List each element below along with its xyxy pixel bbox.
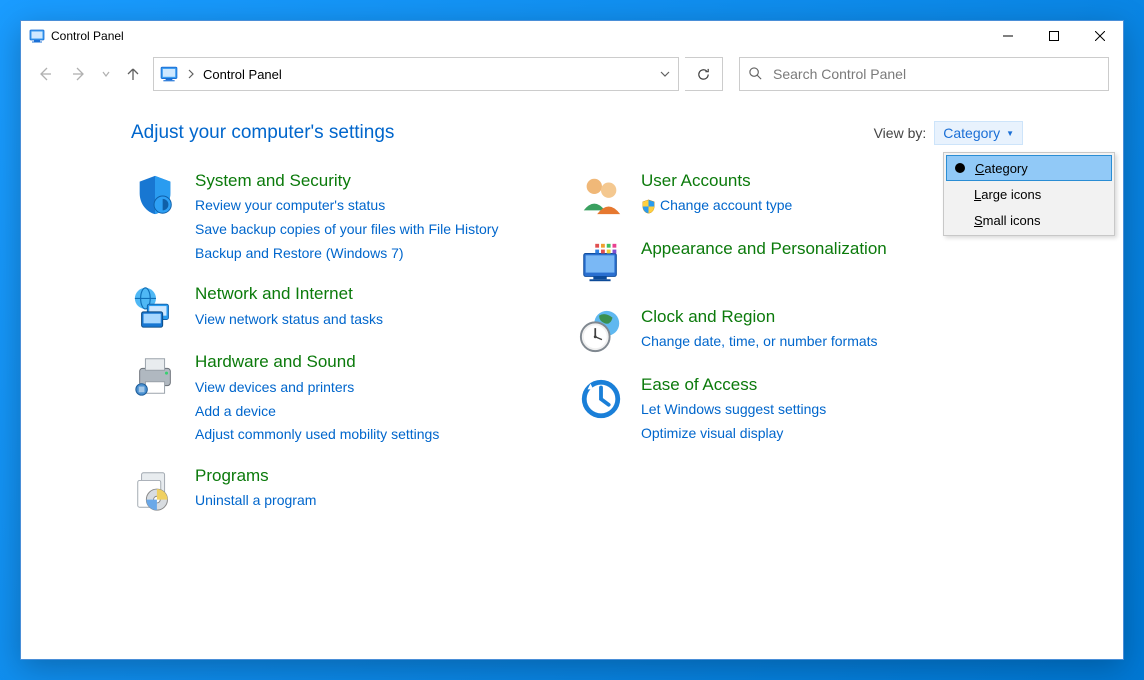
category-title[interactable]: Ease of Access xyxy=(641,375,826,395)
category-appearance-and-personalization: Appearance and Personalization xyxy=(577,239,1023,287)
category-hardware-and-sound: Hardware and Sound View devices and prin… xyxy=(131,352,577,445)
category-clock-and-region: Clock and Region Change date, time, or n… xyxy=(577,307,1023,355)
category-link[interactable]: View network status and tasks xyxy=(195,309,383,331)
content-area: Adjust your computer's settings View by:… xyxy=(21,97,1123,659)
category-link[interactable]: Save backup copies of your files with Fi… xyxy=(195,219,498,241)
user-accounts-icon xyxy=(577,171,625,219)
category-link[interactable]: Uninstall a program xyxy=(195,490,316,512)
category-title[interactable]: Programs xyxy=(195,466,316,486)
category-link[interactable]: Review your computer's status xyxy=(195,195,498,217)
address-path[interactable]: Control Panel xyxy=(203,67,646,82)
chevron-down-icon: ▼ xyxy=(1006,129,1014,138)
programs-icon xyxy=(131,466,179,514)
view-by-option-small-icons[interactable]: Small icons xyxy=(946,207,1112,233)
nav-forward-button[interactable] xyxy=(65,60,93,88)
category-title[interactable]: Network and Internet xyxy=(195,284,383,304)
category-title[interactable]: User Accounts xyxy=(641,171,792,191)
nav-back-button[interactable] xyxy=(31,60,59,88)
category-programs: Programs Uninstall a program xyxy=(131,466,577,514)
view-by-selected: Category xyxy=(943,125,1000,141)
close-button[interactable] xyxy=(1077,21,1123,51)
titlebar-left: Control Panel xyxy=(29,28,124,44)
clock-globe-icon xyxy=(577,307,625,355)
category-link[interactable]: Adjust commonly used mobility settings xyxy=(195,424,439,446)
view-by-label: View by: xyxy=(874,125,927,141)
category-title[interactable]: Appearance and Personalization xyxy=(641,239,887,259)
category-title[interactable]: System and Security xyxy=(195,171,498,191)
navigation-row: Control Panel xyxy=(21,51,1123,97)
control-panel-icon xyxy=(29,28,45,44)
address-bar[interactable]: Control Panel xyxy=(153,57,679,91)
address-bar-icon xyxy=(158,63,180,85)
ease-of-access-icon xyxy=(577,375,625,423)
view-by-menu: Category Large icons Small icons xyxy=(943,152,1115,236)
category-link[interactable]: Change account type xyxy=(641,195,792,217)
category-ease-of-access: Ease of Access Let Windows suggest setti… xyxy=(577,375,1023,445)
view-by-dropdown[interactable]: Category ▼ xyxy=(934,121,1023,145)
nav-history-dropdown[interactable] xyxy=(99,60,113,88)
category-network-and-internet: Network and Internet View network status… xyxy=(131,284,577,332)
globe-network-icon xyxy=(131,284,179,332)
category-title[interactable]: Clock and Region xyxy=(641,307,878,327)
address-dropdown-button[interactable] xyxy=(650,58,678,90)
view-by-control: View by: Category ▼ xyxy=(874,121,1023,145)
window-controls xyxy=(985,21,1123,51)
minimize-button[interactable] xyxy=(985,21,1031,51)
view-by-option-large-icons[interactable]: Large icons xyxy=(946,181,1112,207)
search-box[interactable] xyxy=(739,57,1109,91)
category-columns: System and Security Review your computer… xyxy=(131,171,1023,534)
category-link[interactable]: Let Windows suggest settings xyxy=(641,399,826,421)
bullet-icon xyxy=(955,163,965,173)
category-link[interactable]: View devices and printers xyxy=(195,377,439,399)
nav-up-button[interactable] xyxy=(119,60,147,88)
refresh-button[interactable] xyxy=(685,57,723,91)
titlebar: Control Panel xyxy=(21,21,1123,51)
uac-shield-icon xyxy=(641,199,656,214)
window-title: Control Panel xyxy=(51,29,124,43)
maximize-button[interactable] xyxy=(1031,21,1077,51)
category-link[interactable]: Optimize visual display xyxy=(641,423,826,445)
search-input[interactable] xyxy=(771,65,1100,83)
control-panel-window: Control Panel xyxy=(20,20,1124,660)
printer-icon xyxy=(131,352,179,400)
shield-icon xyxy=(131,171,179,219)
chevron-right-icon xyxy=(184,67,199,82)
page-heading: Adjust your computer's settings xyxy=(131,122,394,144)
left-column: System and Security Review your computer… xyxy=(131,171,577,534)
view-by-option-category[interactable]: Category xyxy=(946,155,1112,181)
category-title[interactable]: Hardware and Sound xyxy=(195,352,439,372)
heading-row: Adjust your computer's settings View by:… xyxy=(131,121,1023,145)
category-system-and-security: System and Security Review your computer… xyxy=(131,171,577,264)
search-icon xyxy=(748,66,763,82)
category-link[interactable]: Add a device xyxy=(195,401,439,423)
category-link[interactable]: Backup and Restore (Windows 7) xyxy=(195,243,498,265)
category-link[interactable]: Change date, time, or number formats xyxy=(641,331,878,353)
appearance-icon xyxy=(577,239,625,287)
